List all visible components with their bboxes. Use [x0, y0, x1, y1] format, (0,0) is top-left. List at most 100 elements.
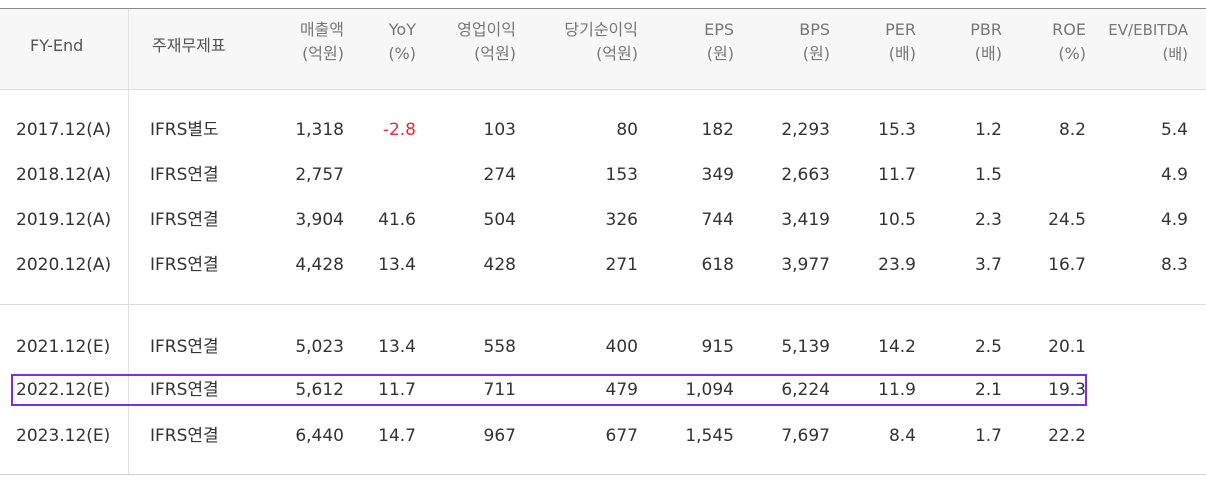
cell-pbr: 3.7	[974, 255, 1002, 275]
cell-op: 274	[483, 165, 516, 185]
header-yoy-label: YoY	[388, 20, 416, 39]
header-bps-unit: (원)	[802, 44, 830, 63]
table-row: 2021.12(E) IFRS연결 5,023 13.4 558 400 915…	[0, 333, 1206, 361]
header-op: 영업이익 (억원)	[426, 18, 516, 66]
table-bottom-border	[0, 474, 1206, 475]
cell-roe: 20.1	[1048, 337, 1086, 357]
header-roe-label: ROE	[1052, 20, 1086, 39]
cell-ev: 8.3	[1160, 255, 1188, 275]
header-pbr: PBR (배)	[932, 18, 1002, 66]
cell-sales: 4,428	[295, 255, 344, 275]
cell-per: 15.3	[878, 120, 916, 140]
table-row: 2018.12(A) IFRS연결 2,757 274 153 349 2,66…	[0, 161, 1206, 189]
cell-eps: 744	[701, 210, 734, 230]
header-ev-label: EV/EBITDA	[1108, 21, 1188, 39]
header-sales: 매출액 (억원)	[254, 18, 344, 66]
cell-fy: 2020.12(A)	[16, 255, 112, 275]
header-net-label: 당기순이익	[564, 20, 638, 39]
cell-basis: IFRS연결	[150, 337, 219, 357]
cell-net: 326	[605, 210, 638, 230]
cell-pbr: 2.5	[974, 337, 1002, 357]
cell-eps: 618	[701, 255, 734, 275]
cell-basis: IFRS연결	[150, 210, 219, 230]
cell-fy: 2019.12(A)	[16, 210, 112, 230]
cell-yoy: 13.4	[378, 255, 416, 275]
header-per-label: PER	[885, 20, 916, 39]
header-roe: ROE (%)	[1016, 18, 1086, 66]
header-roe-unit: (%)	[1058, 44, 1086, 63]
cell-per: 14.2	[878, 337, 916, 357]
table-row: 2023.12(E) IFRS연결 6,440 14.7 967 677 1,5…	[0, 422, 1206, 450]
cell-bps: 5,139	[781, 337, 830, 357]
cell-per: 8.4	[888, 426, 916, 446]
financial-table: FY-End 주재무제표 매출액 (억원) YoY (%) 영업이익 (억원) …	[0, 8, 1206, 476]
cell-pbr: 1.2	[974, 120, 1002, 140]
cell-pbr: 1.5	[974, 165, 1002, 185]
table-row: 2020.12(A) IFRS연결 4,428 13.4 428 271 618…	[0, 251, 1206, 279]
cell-op: 103	[483, 120, 516, 140]
header-fy-end-label: FY-End	[30, 36, 84, 55]
cell-fy: 2017.12(A)	[16, 120, 112, 140]
cell-net: 677	[605, 426, 638, 446]
header-yoy-unit: (%)	[388, 44, 416, 63]
cell-sales: 2,757	[295, 165, 344, 185]
cell-per: 10.5	[878, 210, 916, 230]
header-op-unit: (억원)	[474, 44, 516, 63]
header-divider	[0, 89, 1206, 90]
header-ev-unit: (배)	[1162, 45, 1188, 63]
table-top-border	[0, 8, 1206, 9]
cell-basis: IFRS연결	[150, 426, 219, 446]
cell-ev: 5.4	[1160, 120, 1188, 140]
cell-roe: 16.7	[1048, 255, 1086, 275]
header-eps-unit: (원)	[706, 44, 734, 63]
cell-eps: 182	[701, 120, 734, 140]
cell-eps: 349	[701, 165, 734, 185]
header-pbr-label: PBR	[970, 20, 1002, 39]
cell-fy: 2023.12(E)	[16, 426, 111, 446]
cell-sales: 5,023	[295, 337, 344, 357]
cell-yoy: 13.4	[378, 337, 416, 357]
cell-eps: 1,545	[685, 426, 734, 446]
cell-per: 23.9	[878, 255, 916, 275]
header-sales-label: 매출액	[299, 20, 344, 39]
header-net: 당기순이익 (억원)	[526, 18, 638, 66]
header-yoy: YoY (%)	[356, 18, 416, 66]
cell-roe: 24.5	[1048, 210, 1086, 230]
highlight-box	[11, 374, 1087, 406]
header-basis: 주재무제표	[152, 34, 226, 58]
cell-basis: IFRS연결	[150, 255, 219, 275]
header-per: PER (배)	[846, 18, 916, 66]
cell-yoy: 41.6	[378, 210, 416, 230]
cell-net: 271	[605, 255, 638, 275]
cell-sales: 1,318	[295, 120, 344, 140]
header-eps: EPS (원)	[664, 18, 734, 66]
cell-roe: 8.2	[1058, 120, 1086, 140]
header-bps-label: BPS	[799, 20, 830, 39]
header-bps: BPS (원)	[760, 18, 830, 66]
cell-yoy: -2.8	[382, 120, 416, 140]
header-fy-end: FY-End	[30, 34, 83, 58]
cell-bps: 3,977	[781, 255, 830, 275]
cell-fy: 2018.12(A)	[16, 165, 112, 185]
cell-op: 428	[483, 255, 516, 275]
cell-net: 153	[605, 165, 638, 185]
table-row: 2017.12(A) IFRS별도 1,318 -2.8 103 80 182 …	[0, 116, 1206, 144]
header-pbr-unit: (배)	[974, 44, 1002, 63]
header-per-unit: (배)	[888, 44, 916, 63]
cell-eps: 915	[701, 337, 734, 357]
cell-net: 80	[616, 120, 638, 140]
table-row: 2019.12(A) IFRS연결 3,904 41.6 504 326 744…	[0, 206, 1206, 234]
cell-basis: IFRS연결	[150, 165, 219, 185]
cell-bps: 2,663	[781, 165, 830, 185]
cell-per: 11.7	[878, 165, 916, 185]
cell-basis: IFRS별도	[150, 120, 219, 140]
section-divider	[0, 304, 1206, 305]
header-eps-label: EPS	[704, 20, 734, 39]
header-net-unit: (억원)	[596, 44, 638, 63]
header-basis-label: 주재무제표	[152, 36, 226, 55]
cell-net: 400	[605, 337, 638, 357]
cell-pbr: 1.7	[974, 426, 1002, 446]
cell-pbr: 2.3	[974, 210, 1002, 230]
cell-ev: 4.9	[1160, 165, 1188, 185]
cell-op: 967	[483, 426, 516, 446]
